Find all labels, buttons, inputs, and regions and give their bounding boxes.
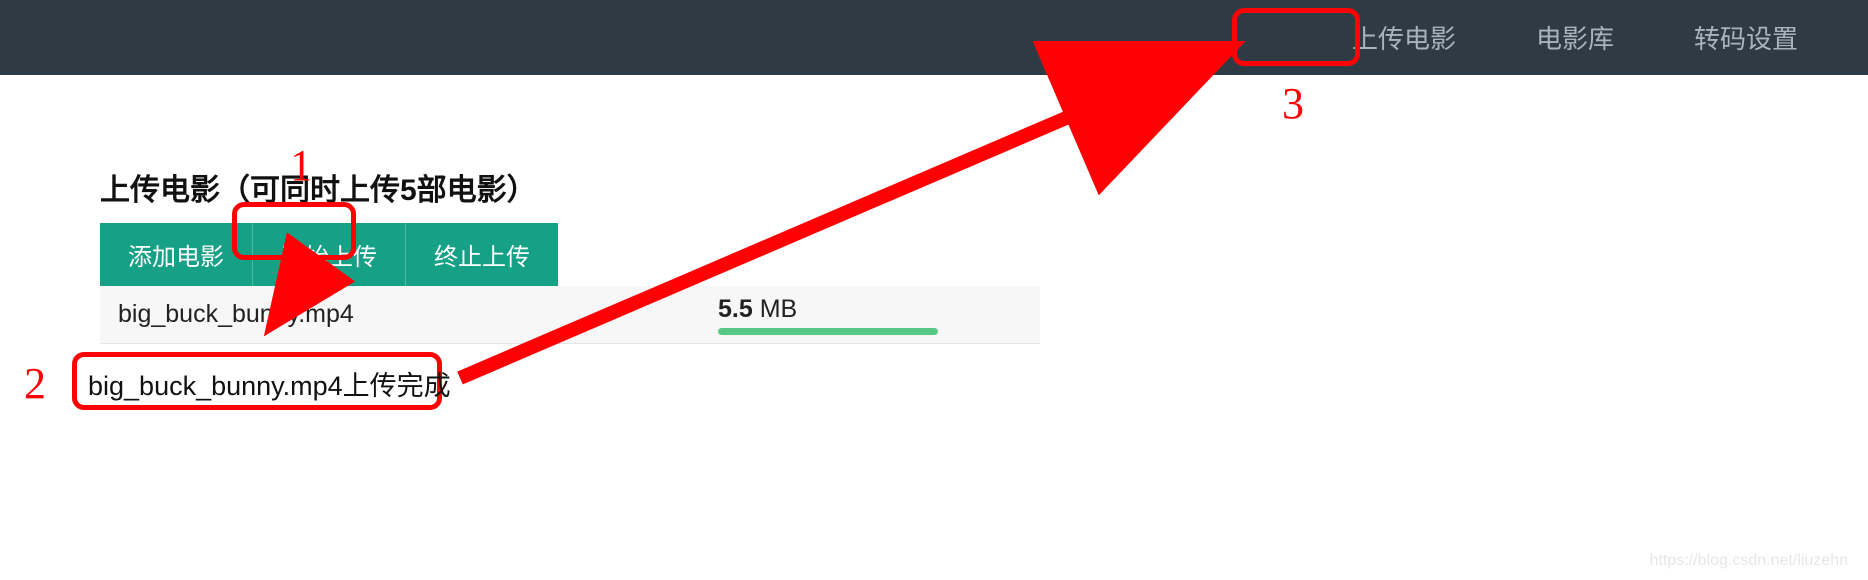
nav-library-link[interactable]: 电影库 — [1526, 13, 1624, 62]
watermark: https://blog.csdn.net/liuzehn — [1650, 552, 1848, 570]
progress-bar — [718, 328, 938, 335]
file-size-unit: MB — [753, 295, 797, 323]
page-title: 上传电影（可同时上传5部电影） — [100, 165, 1040, 209]
file-size-wrap: 5.5 MB — [718, 295, 1022, 335]
add-movie-button[interactable]: 添加电影 — [100, 223, 253, 286]
file-size-value: 5.5 — [718, 295, 753, 323]
main-content: 上传电影（可同时上传5部电影） 添加电影 开始上传 终止上传 big_buck_… — [0, 75, 1040, 344]
top-navbar: 上传电影 电影库 转码设置 — [0, 0, 1868, 75]
nav-upload-link[interactable]: 上传电影 — [1342, 13, 1466, 62]
start-upload-button[interactable]: 开始上传 — [253, 223, 406, 286]
file-row: big_buck_bunny.mp4 5.5 MB — [100, 286, 1040, 344]
annotation-label-3: 3 — [1282, 78, 1304, 129]
file-size: 5.5 MB — [718, 295, 1022, 324]
stop-upload-button[interactable]: 终止上传 — [406, 223, 558, 286]
nav-transcode-link[interactable]: 转码设置 — [1684, 13, 1808, 62]
upload-status-text: big_buck_bunny.mp4上传完成 — [88, 364, 451, 403]
annotation-label-2: 2 — [24, 358, 46, 409]
upload-button-group: 添加电影 开始上传 终止上传 — [100, 223, 1040, 286]
file-name: big_buck_bunny.mp4 — [118, 300, 718, 329]
